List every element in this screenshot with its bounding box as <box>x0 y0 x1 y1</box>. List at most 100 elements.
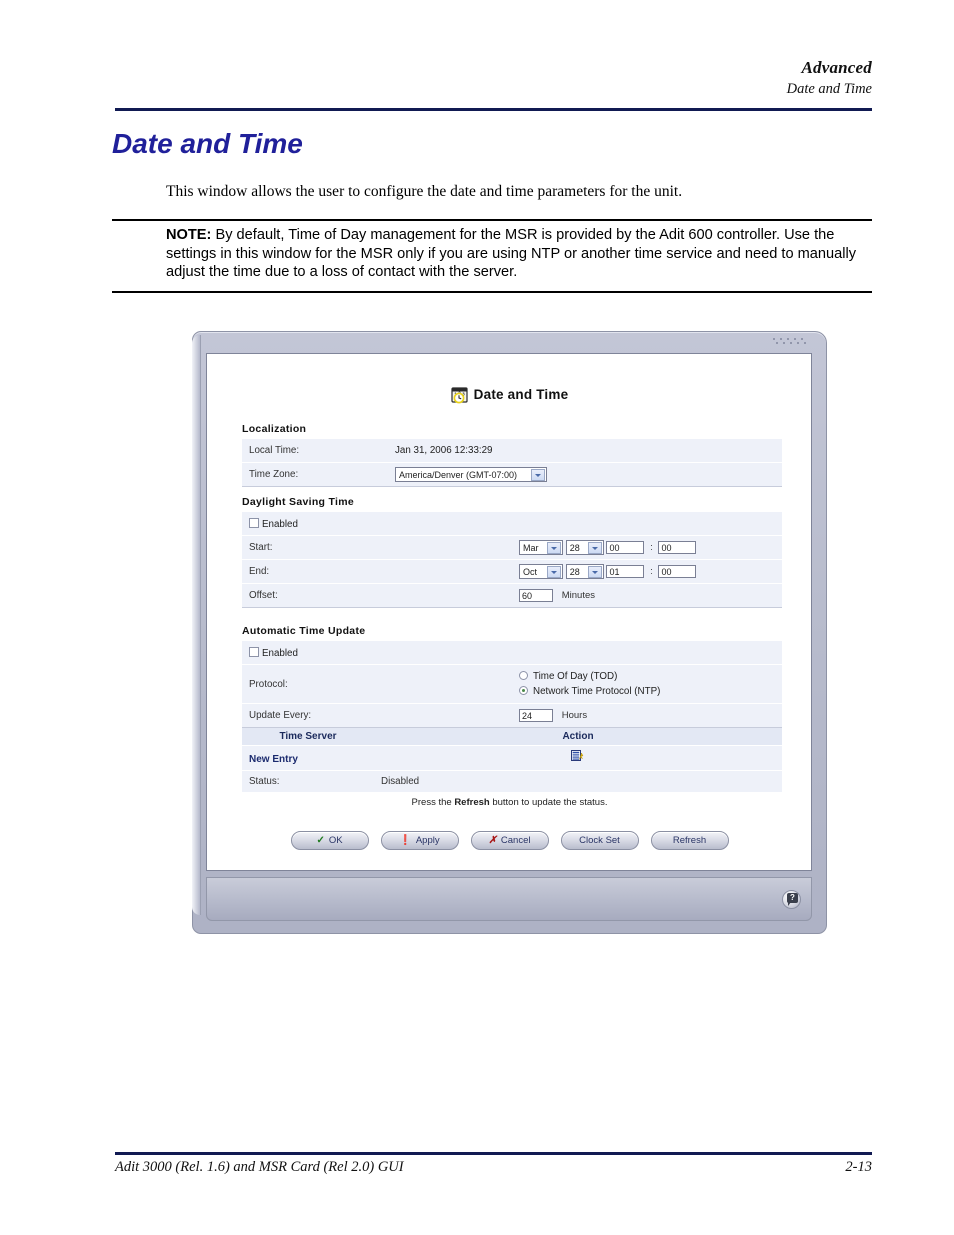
table-row: Protocol: Time Of Day (TOD) Network Time… <box>242 664 782 704</box>
localization-section: Localization Local Time: Jan 31, 2006 12… <box>242 423 782 487</box>
table-row: Local Time: Jan 31, 2006 12:33:29 <box>242 439 782 463</box>
refresh-hint: Press the Refresh button to update the s… <box>192 797 827 808</box>
dst-end-cell: Oct 28 01 : 00 <box>512 559 782 584</box>
protocol-cell: Time Of Day (TOD) Network Time Protocol … <box>512 664 782 704</box>
note-text: By default, Time of Day management for t… <box>166 227 857 280</box>
hint-bold: Refresh <box>454 797 490 808</box>
protocol-label: Protocol: <box>242 664 512 704</box>
table-header-row: Time Server Action <box>242 728 782 746</box>
page-running-head: Advanced Date and Time <box>115 58 872 98</box>
localization-heading: Localization <box>242 423 307 435</box>
automatic-time-update-section: Automatic Time Update Enabled Protocol: … <box>242 625 782 793</box>
header-rule <box>115 108 872 111</box>
protocol-tod-label: Time Of Day (TOD) <box>533 671 618 682</box>
dst-end-day-value: 28 <box>569 567 580 577</box>
status-label: Status: <box>242 770 374 793</box>
col-time-server: Time Server <box>242 728 374 746</box>
table-row: Offset: 60 Minutes <box>242 583 782 608</box>
cancel-button[interactable]: ✗ Cancel <box>470 831 549 850</box>
dst-start-minute-input[interactable]: 00 <box>658 541 697 554</box>
dst-end-hour-input[interactable]: 01 <box>606 565 645 578</box>
dst-end-day-select[interactable]: 28 <box>565 564 604 579</box>
protocol-option-ntp[interactable]: Network Time Protocol (NTP) <box>519 684 775 699</box>
help-tail-icon <box>788 902 791 906</box>
table-row: Status: Disabled <box>242 770 782 793</box>
time-zone-select[interactable]: America/Denver (GMT-07:00) <box>395 467 547 482</box>
local-time-label: Local Time: <box>242 439 388 463</box>
dst-start-label: Start: <box>242 535 512 560</box>
running-head-subtitle: Date and Time <box>786 81 872 97</box>
dst-start-day-value: 28 <box>569 543 580 553</box>
footer-left: Adit 3000 (Rel. 1.6) and MSR Card (Rel 2… <box>115 1159 404 1175</box>
new-entry-link[interactable]: New Entry <box>249 754 298 765</box>
page-title: Date and Time <box>112 128 303 159</box>
chevron-down-icon <box>587 566 602 578</box>
note-label: NOTE: <box>166 227 212 243</box>
time-server-table: Time Server Action New Entry Status: Dis… <box>242 728 782 793</box>
protocol-ntp-radio[interactable] <box>519 686 528 695</box>
cancel-button-label: Cancel <box>500 835 531 846</box>
table-row: Time Zone: America/Denver (GMT-07:00) <box>242 462 782 487</box>
add-entry-icon[interactable] <box>571 749 585 766</box>
page-footer: Adit 3000 (Rel. 1.6) and MSR Card (Rel 2… <box>115 1159 872 1176</box>
note-block: NOTE: By default, Time of Day management… <box>166 226 872 282</box>
dst-start-day-select[interactable]: 28 <box>565 540 604 555</box>
dst-end-minute-input[interactable]: 00 <box>658 565 697 578</box>
table-row: Enabled <box>242 641 782 665</box>
auto-enabled-label: Enabled <box>262 647 298 659</box>
update-every-input[interactable]: 24 <box>519 709 553 722</box>
dst-start-cell: Mar 28 00 : 00 <box>512 535 782 560</box>
protocol-tod-radio[interactable] <box>519 671 528 680</box>
auto-enabled-cell: Enabled <box>242 641 782 665</box>
new-entry-cell: New Entry <box>242 745 374 771</box>
dst-start-time-separator: : <box>650 542 653 553</box>
dst-table: Enabled Start: Mar 28 00 : 00 End: Oct 2… <box>242 512 782 608</box>
auto-update-table: Enabled Protocol: Time Of Day (TOD) Netw… <box>242 641 782 728</box>
dst-heading: Daylight Saving Time <box>242 496 354 508</box>
refresh-button-label: Refresh <box>672 835 707 846</box>
gui-screenshot: Advanced -> Date and Time 1 2 3 <box>192 331 827 934</box>
protocol-option-tod[interactable]: Time Of Day (TOD) <box>519 669 775 684</box>
dst-offset-label: Offset: <box>242 583 512 608</box>
time-zone-value: America/Denver (GMT-07:00) <box>399 470 518 480</box>
apply-button-label: Apply <box>415 835 440 846</box>
new-entry-action-cell <box>374 745 782 771</box>
status-value: Disabled <box>374 770 782 793</box>
window-left-bevel <box>192 335 201 915</box>
chevron-down-icon <box>587 542 602 554</box>
local-time-value: Jan 31, 2006 12:33:29 <box>388 439 782 463</box>
table-row: End: Oct 28 01 : 00 <box>242 559 782 584</box>
dst-start-month-value: Mar <box>523 543 539 553</box>
window-status-bar: ? <box>206 877 812 921</box>
dst-end-label: End: <box>242 559 512 584</box>
table-row: Enabled <box>242 512 782 536</box>
hint-prefix: Press the <box>411 797 455 808</box>
ok-button[interactable]: ✓ OK <box>290 831 369 850</box>
time-zone-cell: America/Denver (GMT-07:00) <box>388 462 782 487</box>
dst-enabled-checkbox[interactable] <box>249 517 259 528</box>
update-every-cell: 24 Hours <box>512 703 782 728</box>
localization-table: Local Time: Jan 31, 2006 12:33:29 Time Z… <box>242 439 782 487</box>
dialog-button-row: ✓ OK ❗ Apply ✗ Cancel Clock Set Refresh <box>192 831 827 850</box>
dst-offset-input[interactable]: 60 <box>519 589 553 602</box>
chevron-down-icon <box>531 469 545 481</box>
dst-end-month-select[interactable]: Oct <box>519 564 563 579</box>
check-icon: ✓ <box>316 835 325 846</box>
apply-button[interactable]: ❗ Apply <box>380 831 459 850</box>
chevron-down-icon <box>547 542 561 554</box>
intro-paragraph: This window allows the user to configure… <box>166 183 683 200</box>
footer-right: 2-13 <box>845 1159 872 1175</box>
ok-button-label: OK <box>328 835 343 846</box>
auto-enabled-checkbox[interactable] <box>249 646 259 657</box>
dst-start-hour-input[interactable]: 00 <box>606 541 645 554</box>
form-title: 1 2 3 Date and Time <box>192 387 827 407</box>
clock-set-button[interactable]: Clock Set <box>560 831 639 850</box>
help-icon[interactable]: ? <box>782 890 801 909</box>
refresh-button[interactable]: Refresh <box>650 831 729 850</box>
dst-enabled-label: Enabled <box>262 518 298 530</box>
protocol-ntp-label: Network Time Protocol (NTP) <box>533 686 661 697</box>
table-row: New Entry <box>242 745 782 771</box>
dst-end-time-separator: : <box>650 566 653 577</box>
dst-start-month-select[interactable]: Mar <box>519 540 563 555</box>
col-action: Action <box>374 728 782 746</box>
